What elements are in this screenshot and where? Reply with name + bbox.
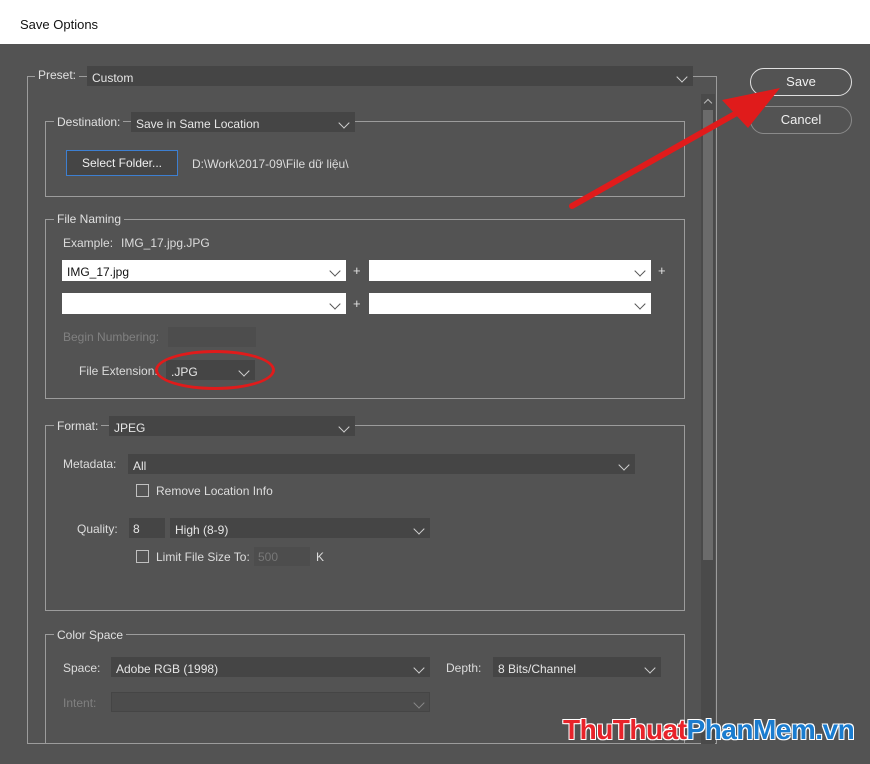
- watermark-text: ThuThuatPhanMem.vn: [563, 714, 855, 745]
- watermark-logo: ThuThuatPhanMem.vn: [563, 714, 855, 746]
- annotation-arrow: [569, 88, 780, 209]
